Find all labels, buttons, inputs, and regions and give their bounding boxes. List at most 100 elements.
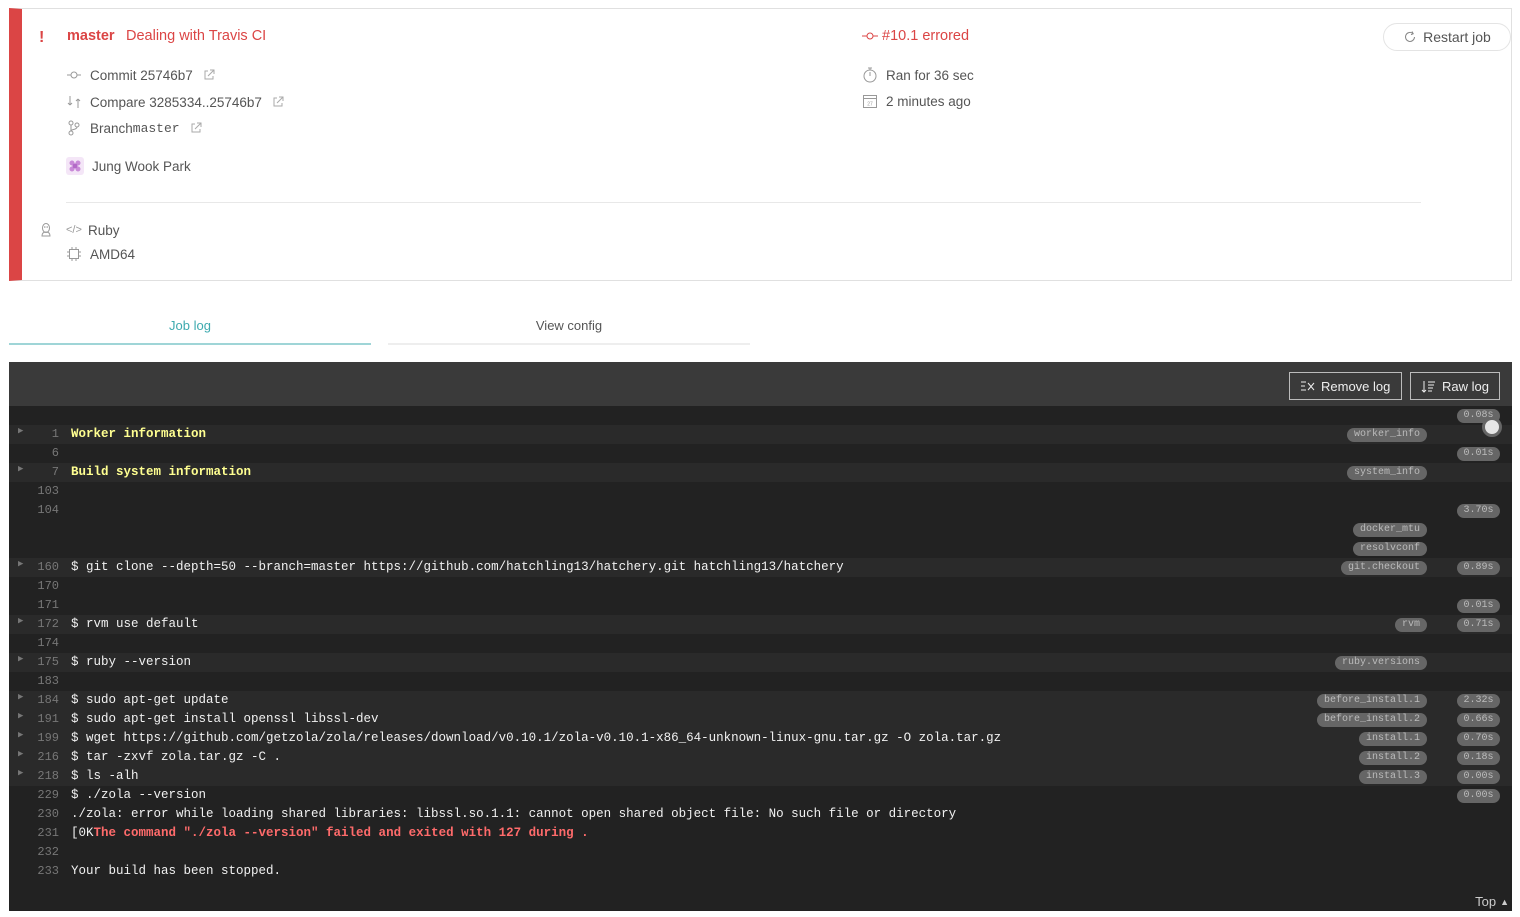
branch-row[interactable]: Branch master xyxy=(66,120,210,136)
duration-badge: 0.66s xyxy=(1457,713,1500,727)
error-status-icon: ! xyxy=(39,29,45,46)
log-fold-line[interactable]: ▶ 160 $ git clone --depth=50 --branch=mast… xyxy=(9,558,1512,577)
top-label: Top xyxy=(1475,894,1497,909)
fold-tag-badge: ruby.versions xyxy=(1334,656,1427,670)
finished-label: 2 minutes ago xyxy=(886,93,971,109)
line-number[interactable]: 160 xyxy=(23,560,59,574)
log-text: $ sudo apt-get install openssl libssl-de… xyxy=(71,712,379,726)
line-number[interactable]: 174 xyxy=(23,636,59,650)
log-text: $ ./zola --version xyxy=(71,788,207,802)
stopwatch-icon xyxy=(863,67,877,83)
language-row: </> Ruby xyxy=(66,222,120,238)
line-number[interactable]: 232 xyxy=(23,845,59,859)
log-line: 103 xyxy=(9,482,1512,501)
log-text: Build system information xyxy=(71,465,252,479)
fold-tag-badge: worker_info xyxy=(1346,428,1427,442)
raw-log-icon xyxy=(1421,380,1435,393)
commit-icon xyxy=(862,32,878,40)
language-label: Ruby xyxy=(88,222,120,238)
raw-log-label: Raw log xyxy=(1442,378,1489,394)
code-icon: </> xyxy=(66,224,82,236)
log-text: $ ruby --version xyxy=(71,655,192,669)
job-number[interactable]: #10.1 errored xyxy=(862,28,969,44)
log-fold-line[interactable]: ▶ 175 $ ruby --version ruby.versions xyxy=(9,653,1512,672)
line-number[interactable]: 171 xyxy=(23,598,59,612)
log-fold-line[interactable]: ▶ 216 $ tar -zxvf zola.tar.gz -C . install.… xyxy=(9,748,1512,767)
line-number[interactable]: 1 xyxy=(23,427,59,441)
branch-prefix: Branch xyxy=(90,120,133,136)
arch-row: AMD64 xyxy=(66,246,135,262)
line-number[interactable]: 170 xyxy=(23,579,59,593)
line-number[interactable]: 183 xyxy=(23,674,59,688)
calendar-icon: 27 xyxy=(863,95,877,108)
error-text: The command "./zola --version" failed an… xyxy=(93,826,589,840)
linux-icon xyxy=(41,223,51,237)
restart-job-button[interactable]: Restart job xyxy=(1383,23,1511,51)
line-number[interactable]: 229 xyxy=(23,788,59,802)
branch-value: master xyxy=(132,120,180,136)
scroll-handle[interactable] xyxy=(1482,417,1502,437)
log-text: Worker information xyxy=(71,427,207,441)
fold-tag-badge: before_install.1 xyxy=(1316,694,1427,708)
tab-view-config[interactable]: View config xyxy=(388,312,750,345)
log-text: ./zola: error while loading shared libra… xyxy=(71,807,957,821)
line-number[interactable]: 199 xyxy=(23,731,59,745)
line-number[interactable]: 216 xyxy=(23,750,59,764)
log-fold-line[interactable]: ▶ 1 Worker information worker_info xyxy=(9,425,1512,444)
log-text: [0KThe command "./zola --version" failed… xyxy=(71,826,589,840)
cpu-icon xyxy=(67,247,81,261)
log-line: 183 xyxy=(9,672,1512,691)
fold-tag-badge: rvm xyxy=(1394,618,1427,632)
branch-link[interactable]: master xyxy=(67,28,115,44)
line-number[interactable]: 104 xyxy=(23,503,59,517)
restart-job-label: Restart job xyxy=(1423,29,1491,45)
line-number[interactable]: 7 xyxy=(23,465,59,479)
line-number[interactable]: 230 xyxy=(23,807,59,821)
log-text: $ sudo apt-get update xyxy=(71,693,229,707)
svg-text:27: 27 xyxy=(867,102,873,108)
fold-tag-badge: install.2 xyxy=(1358,751,1427,765)
log-text: Your build has been stopped. xyxy=(71,864,282,878)
scroll-top-link[interactable]: Top ▲ xyxy=(1475,894,1509,909)
line-number[interactable]: 218 xyxy=(23,769,59,783)
fold-tag-badge: system_info xyxy=(1346,466,1427,480)
finished-row: 27 2 minutes ago xyxy=(862,93,971,109)
log-text: $ git clone --depth=50 --branch=master h… xyxy=(71,560,844,574)
commit-row[interactable]: Commit 25746b7 xyxy=(66,67,223,83)
line-number[interactable]: 231 xyxy=(23,826,59,840)
duration-label: Ran for 36 sec xyxy=(886,67,974,83)
duration-row: Ran for 36 sec xyxy=(862,67,974,83)
job-number-label: #10.1 errored xyxy=(882,28,970,44)
remove-log-label: Remove log xyxy=(1321,378,1391,394)
line-number[interactable]: 172 xyxy=(23,617,59,631)
raw-log-button[interactable]: Raw log xyxy=(1410,372,1500,400)
duration-badge: 3.70s xyxy=(1457,504,1500,518)
divider xyxy=(66,202,1421,203)
log-line: 231 [0KThe command "./zola --version" fai… xyxy=(9,824,1512,843)
line-number[interactable]: 191 xyxy=(23,712,59,726)
log-line: 233 Your build has been stopped. xyxy=(9,862,1512,881)
remove-log-button[interactable]: Remove log xyxy=(1289,372,1402,400)
compare-row[interactable]: Compare 3285334..25746b7 xyxy=(66,94,292,110)
duration-badge: 0.01s xyxy=(1457,599,1500,613)
line-number[interactable]: 184 xyxy=(23,693,59,707)
log-fold-line[interactable]: ▶ 7 Build system information system_info xyxy=(9,463,1512,482)
line-number[interactable]: 6 xyxy=(23,446,59,460)
log-line: resolvconf xyxy=(9,539,1512,558)
log-fold-line[interactable]: ▶ 218 $ ls -alh install.3 0.00s xyxy=(9,767,1512,786)
compare-icon xyxy=(67,96,81,108)
fold-tag-badge: docker_mtu xyxy=(1352,523,1427,537)
line-number[interactable]: 103 xyxy=(23,484,59,498)
line-number[interactable]: 233 xyxy=(23,864,59,878)
log-fold-line[interactable]: ▶ 191 $ sudo apt-get install openssl libss… xyxy=(9,710,1512,729)
line-number[interactable]: 175 xyxy=(23,655,59,669)
fold-tag-badge: install.3 xyxy=(1358,770,1427,784)
tab-job-log[interactable]: Job log xyxy=(9,312,371,345)
log-line: 6 0.01s xyxy=(9,444,1512,463)
author-name: Jung Wook Park xyxy=(92,158,191,174)
log-fold-line[interactable]: ▶ 199 $ wget https://github.com/getzola/zo… xyxy=(9,729,1512,748)
log-fold-line[interactable]: ▶ 172 $ rvm use default rvm 0.71s xyxy=(9,615,1512,634)
fold-tag-badge: install.1 xyxy=(1358,732,1427,746)
log-fold-line[interactable]: ▶ 184 $ sudo apt-get update before_install.… xyxy=(9,691,1512,710)
fold-tag-badge: before_install.2 xyxy=(1316,713,1427,727)
